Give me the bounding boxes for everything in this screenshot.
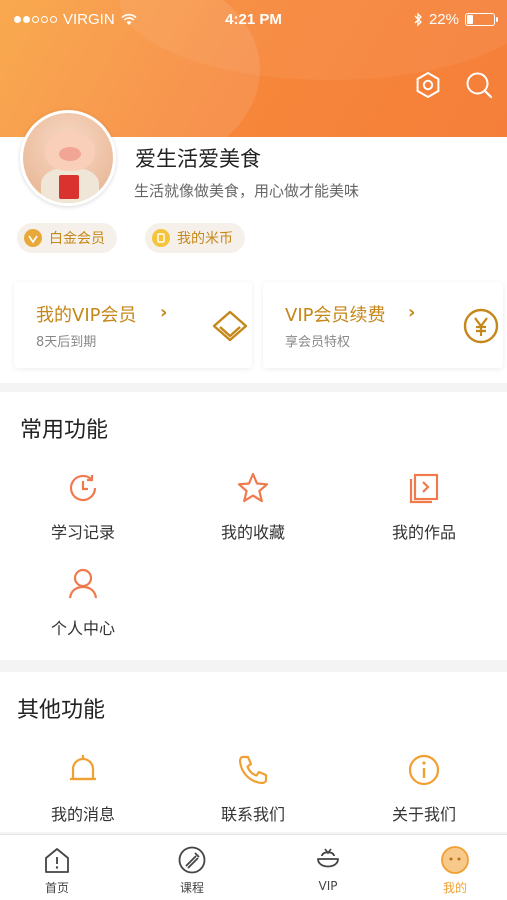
other-functions-section: 其他功能 我的消息 联系我们 关于我们 — [0, 672, 507, 832]
vip-icon — [317, 848, 339, 868]
func-label: 我的消息 — [50, 805, 115, 824]
vip-renew-card[interactable]: VIP会员续费 › 享会员特权 — [263, 282, 503, 368]
tab-label: 我的 — [442, 881, 467, 895]
yen-icon — [463, 308, 499, 344]
bottom-tab-bar: 首页 课程 VIP 我的 — [0, 834, 507, 900]
common-functions-section: 常用功能 学习记录 我的收藏 我的作品 个人中心 — [0, 392, 507, 660]
tab-home[interactable]: 首页 — [17, 845, 97, 896]
membership-label: 白金会员 — [49, 231, 105, 247]
star-icon — [237, 472, 269, 503]
membership-badge[interactable]: 白金会员 — [17, 223, 117, 253]
tab-vip[interactable]: VIP — [288, 845, 368, 893]
username: 爱生活爱美食 — [135, 147, 261, 171]
tab-label: 首页 — [44, 881, 69, 895]
section-title: 其他功能 — [17, 698, 106, 723]
tab-label: 课程 — [179, 881, 204, 895]
chevron-right-icon: › — [160, 302, 168, 323]
settings-hex-icon[interactable] — [413, 70, 443, 100]
home-icon — [45, 848, 69, 873]
func-contact[interactable]: 联系我们 — [193, 752, 313, 825]
coin-label: 我的米币 — [177, 231, 233, 247]
section-title: 常用功能 — [20, 418, 109, 443]
vip-membership-card[interactable]: 我的VIP会员 › 8天后到期 — [14, 282, 252, 368]
course-icon — [178, 846, 206, 874]
vip-card-title: VIP会员续费 — [285, 305, 386, 326]
user-icon — [68, 568, 98, 599]
info-icon — [408, 754, 440, 786]
vip-card-title: 我的VIP会员 — [36, 305, 137, 326]
func-study-history[interactable]: 学习记录 — [23, 470, 143, 543]
works-icon — [409, 473, 439, 504]
coin-badge[interactable]: 我的米币 — [145, 223, 245, 253]
search-icon[interactable] — [464, 70, 494, 100]
battery-fill — [467, 15, 474, 24]
profile-face-icon — [441, 846, 469, 874]
status-bar: VIRGIN 4:21 PM 22% — [0, 0, 507, 40]
tab-label: VIP — [318, 879, 338, 893]
battery-icon — [465, 13, 498, 26]
func-label: 我的收藏 — [220, 523, 285, 542]
func-about[interactable]: 关于我们 — [364, 752, 484, 825]
phone-icon — [238, 755, 268, 785]
tab-courses[interactable]: 课程 — [152, 845, 232, 896]
battery-percent: 22% — [428, 11, 459, 28]
func-personal-center[interactable]: 个人中心 — [23, 566, 143, 639]
chevron-right-icon: › — [408, 302, 416, 323]
func-label: 个人中心 — [50, 619, 115, 638]
vip-card-subtitle: 享会员特权 — [285, 335, 351, 350]
func-favorites[interactable]: 我的收藏 — [193, 470, 313, 543]
bluetooth-icon — [414, 12, 422, 27]
vip-card-subtitle: 8天后到期 — [36, 335, 97, 350]
crown-badge-icon — [24, 229, 42, 247]
avatar[interactable] — [20, 110, 116, 206]
vip-cards-row: 我的VIP会员 › 8天后到期 VIP会员续费 › 享会员特权 — [0, 270, 507, 380]
func-label: 关于我们 — [391, 805, 456, 824]
clock-history-icon — [69, 474, 97, 502]
diamond-icon — [212, 310, 248, 342]
func-messages[interactable]: 我的消息 — [23, 752, 143, 825]
func-label: 我的作品 — [391, 523, 456, 542]
user-motto: 生活就像做美食，用心做才能美味 — [134, 182, 360, 200]
bell-icon — [70, 755, 96, 781]
status-right: 22% — [414, 11, 498, 28]
coin-icon — [152, 229, 170, 247]
func-label: 联系我们 — [220, 805, 285, 824]
func-my-works[interactable]: 我的作品 — [364, 470, 484, 543]
func-label: 学习记录 — [50, 523, 115, 542]
tab-profile[interactable]: 我的 — [415, 845, 495, 896]
